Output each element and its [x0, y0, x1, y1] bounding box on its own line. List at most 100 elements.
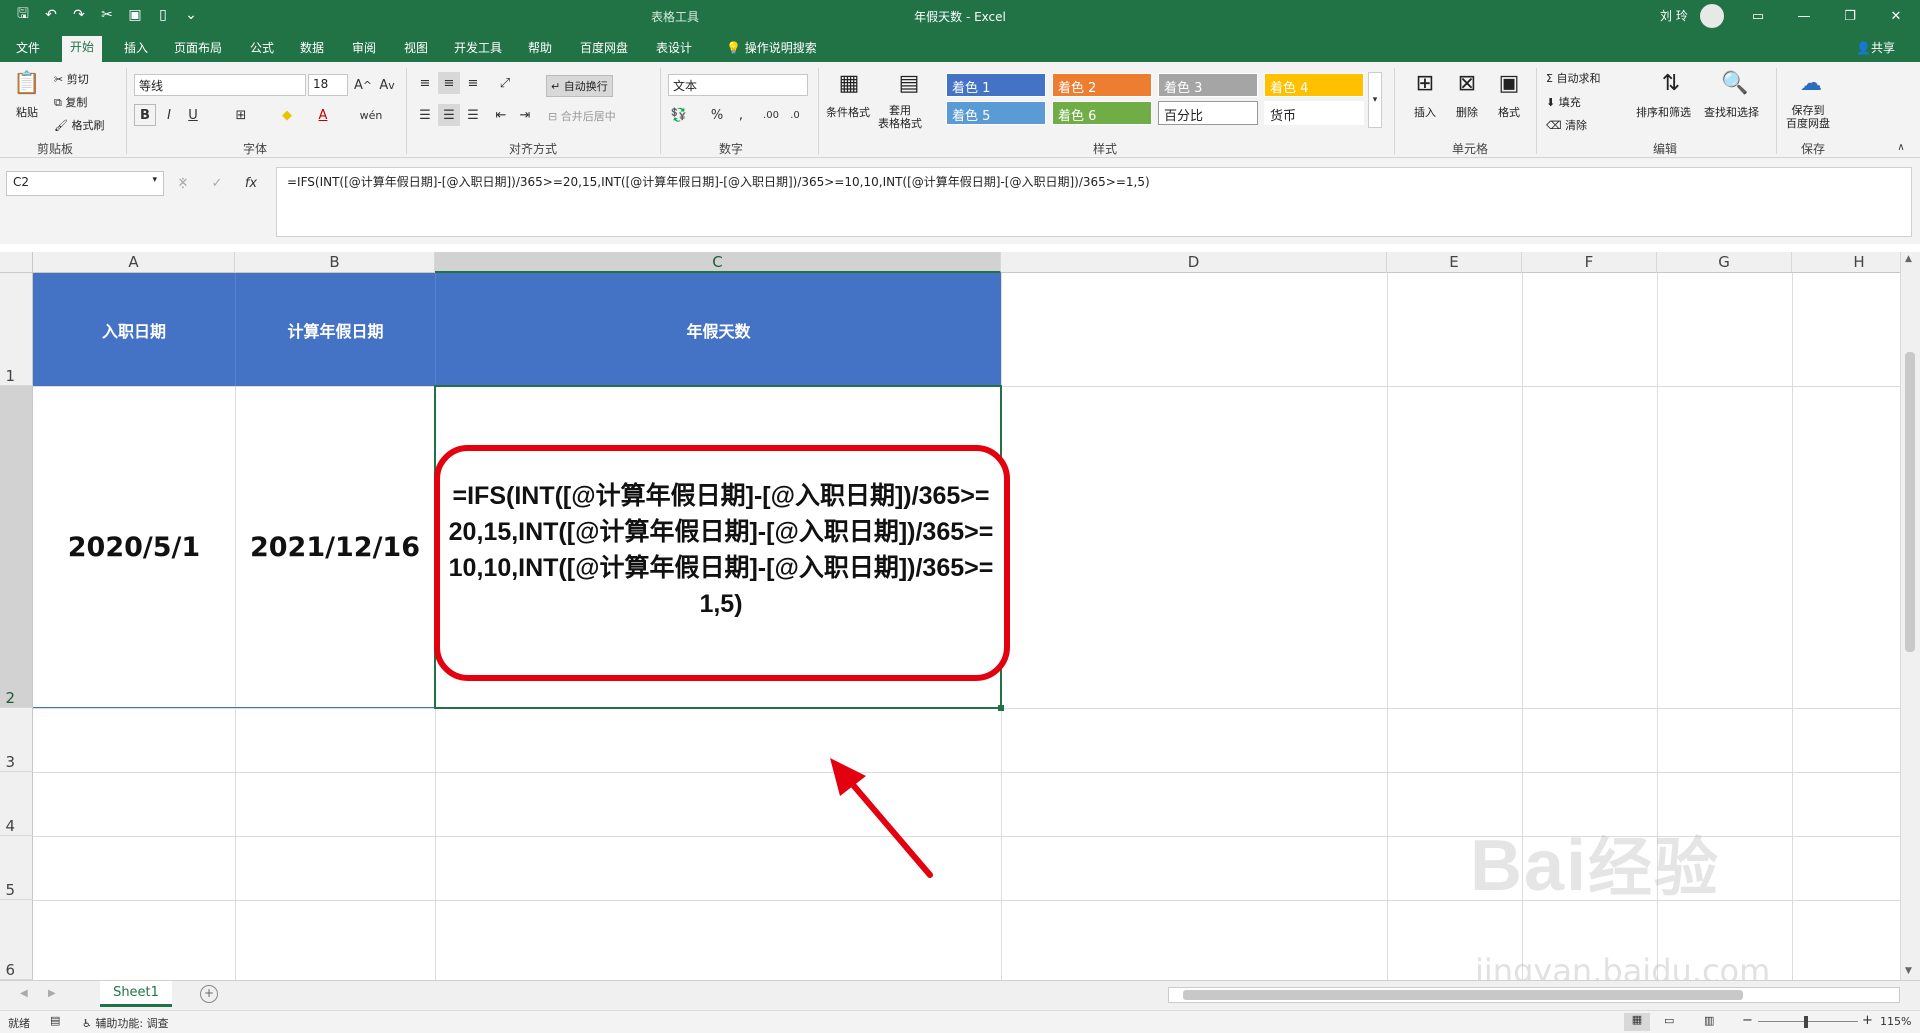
decrease-decimal-icon[interactable]: .0 — [784, 104, 806, 126]
align-bottom-icon[interactable]: ≡ — [462, 72, 484, 94]
column-header-h[interactable]: H — [1792, 252, 1900, 273]
normal-view-icon[interactable]: ▦ — [1624, 1013, 1650, 1031]
table-format-label[interactable]: 套用 表格格式 — [878, 104, 922, 130]
format-painter-button[interactable]: 🖌 格式刷 — [54, 117, 104, 133]
autosum-button[interactable]: Σ 自动求和 — [1546, 70, 1600, 86]
delete-cells-icon[interactable]: ⊠ — [1452, 68, 1482, 98]
shrink-font-icon[interactable]: Av — [376, 74, 398, 96]
formula-input[interactable]: =IFS(INT([@计算年假日期]-[@入职日期])/365>=20,15,I… — [276, 167, 1912, 237]
collapse-ribbon-icon[interactable]: ∧ — [1890, 136, 1912, 158]
tab-file[interactable]: 文件 — [8, 38, 48, 62]
format-cells-icon[interactable]: ▣ — [1494, 68, 1524, 98]
ribbon-display-icon[interactable]: ▭ — [1738, 4, 1778, 28]
customize-qat-icon[interactable]: ⌄ — [180, 4, 202, 26]
tab-review[interactable]: 审阅 — [344, 38, 384, 62]
page-layout-view-icon[interactable]: ▭ — [1664, 1014, 1674, 1027]
save-as-icon[interactable]: ▣ — [124, 4, 146, 26]
zoom-out-icon[interactable]: − — [1742, 1013, 1753, 1028]
style-accent-3[interactable]: 着色 3 — [1158, 73, 1258, 97]
cut-button[interactable]: ✂ 剪切 — [54, 71, 89, 87]
tab-help[interactable]: 帮助 — [520, 38, 560, 62]
minimize-icon[interactable]: — — [1784, 4, 1824, 28]
zoom-slider-thumb[interactable] — [1804, 1016, 1808, 1028]
zoom-level[interactable]: 115% — [1880, 1015, 1911, 1028]
fill-handle[interactable] — [998, 705, 1004, 711]
save-to-baidu-label[interactable]: 保存到 百度网盘 — [1786, 104, 1830, 130]
conditional-format-label[interactable]: 条件格式 — [826, 104, 870, 120]
style-accent-4[interactable]: 着色 4 — [1264, 73, 1364, 97]
align-center-icon[interactable]: ☰ — [438, 104, 460, 126]
align-left-icon[interactable]: ☰ — [414, 104, 436, 126]
accounting-format-icon[interactable]: 💱 — [668, 104, 690, 126]
tab-insert[interactable]: 插入 — [116, 38, 156, 62]
horizontal-scrollbar[interactable] — [1168, 987, 1900, 1003]
sort-filter-icon[interactable]: ⇅ — [1656, 68, 1686, 98]
underline-button[interactable]: U — [182, 104, 204, 126]
grow-font-icon[interactable]: A ^ — [352, 74, 374, 96]
select-all-corner[interactable] — [0, 252, 33, 273]
style-percent[interactable]: 百分比 — [1158, 101, 1258, 125]
clear-button[interactable]: ⌫ 清除 — [1546, 117, 1587, 133]
next-sheet-icon[interactable]: ▶ — [48, 988, 56, 999]
redo-icon[interactable]: ↷ — [68, 4, 90, 26]
increase-decimal-icon[interactable]: .00 — [760, 104, 782, 126]
new-file-icon[interactable]: ▯ — [152, 4, 174, 26]
page-break-view-icon[interactable]: ▥ — [1704, 1014, 1714, 1027]
align-middle-icon[interactable]: ≡ — [438, 72, 460, 94]
avatar[interactable] — [1700, 4, 1724, 28]
tab-view[interactable]: 视图 — [396, 38, 436, 62]
style-currency[interactable]: 货币 — [1264, 101, 1364, 125]
cell-a2[interactable]: 2020/5/1 — [33, 386, 235, 708]
format-cells-label[interactable]: 格式 — [1498, 104, 1520, 120]
cell-b2[interactable]: 2021/12/16 — [235, 386, 435, 708]
restore-icon[interactable]: ❐ — [1830, 4, 1870, 28]
close-icon[interactable]: ✕ — [1876, 4, 1916, 28]
scroll-thumb[interactable] — [1905, 352, 1915, 652]
column-header-d[interactable]: D — [1001, 252, 1387, 273]
tell-me-search[interactable]: 💡 操作说明搜索 — [718, 38, 825, 62]
tab-table-design[interactable]: 表设计 — [648, 38, 700, 62]
find-select-label[interactable]: 查找和选择 — [1704, 104, 1759, 120]
style-accent-1[interactable]: 着色 1 — [946, 73, 1046, 97]
row-header-4[interactable]: 4 — [0, 772, 33, 836]
column-header-c[interactable]: C — [435, 252, 1001, 273]
conditional-format-icon[interactable]: ▦ — [834, 68, 864, 98]
style-accent-6[interactable]: 着色 6 — [1052, 101, 1152, 125]
user-name[interactable]: 刘 玲 — [1660, 7, 1688, 24]
row-header-3[interactable]: 3 — [0, 708, 33, 772]
sort-filter-label[interactable]: 排序和筛选 — [1636, 104, 1691, 120]
column-header-a[interactable]: A — [33, 252, 235, 273]
add-sheet-icon[interactable]: + — [200, 985, 218, 1003]
align-top-icon[interactable]: ≡ — [414, 72, 436, 94]
bold-button[interactable]: B — [134, 104, 156, 126]
zoom-in-icon[interactable]: + — [1862, 1013, 1873, 1028]
merge-center-button[interactable]: ⊟ 合并后居中 — [548, 108, 616, 124]
paste-label[interactable]: 粘贴 — [16, 104, 38, 120]
h-scroll-thumb[interactable] — [1183, 990, 1743, 1000]
tab-page-layout[interactable]: 页面布局 — [166, 38, 230, 62]
column-header-g[interactable]: G — [1657, 252, 1792, 273]
row-header-1[interactable]: 1 — [0, 273, 33, 386]
share-button[interactable]: 👤共享 — [1856, 39, 1895, 56]
save-icon[interactable]: 🖫 — [12, 4, 34, 26]
column-header-e[interactable]: E — [1387, 252, 1522, 273]
tab-formulas[interactable]: 公式 — [242, 38, 282, 62]
scroll-up-icon[interactable]: ▲ — [1905, 254, 1912, 264]
delete-cells-label[interactable]: 删除 — [1456, 104, 1478, 120]
row-header-5[interactable]: 5 — [0, 836, 33, 900]
decrease-indent-icon[interactable]: ⇤ — [490, 104, 512, 126]
wrap-text-button[interactable]: ↵ 自动换行 — [546, 75, 613, 97]
style-accent-2[interactable]: 着色 2 — [1052, 73, 1152, 97]
style-accent-5[interactable]: 着色 5 — [946, 101, 1046, 125]
scroll-down-icon[interactable]: ▼ — [1905, 966, 1912, 976]
italic-button[interactable]: I — [158, 104, 180, 126]
table-header-leave-days[interactable]: 年假天数 — [435, 273, 1001, 386]
cut-icon[interactable]: ✂ — [96, 4, 118, 26]
fill-color-icon[interactable]: ◆ — [276, 104, 298, 126]
insert-function-icon[interactable]: fx — [240, 172, 262, 194]
enter-icon[interactable]: ✓ — [206, 172, 228, 194]
fill-button[interactable]: ⬇ 填充 — [1546, 94, 1581, 110]
paste-icon[interactable]: 📋 — [12, 68, 42, 98]
borders-icon[interactable]: ⊞ — [230, 104, 252, 126]
copy-button[interactable]: ⧉ 复制 — [54, 94, 87, 110]
